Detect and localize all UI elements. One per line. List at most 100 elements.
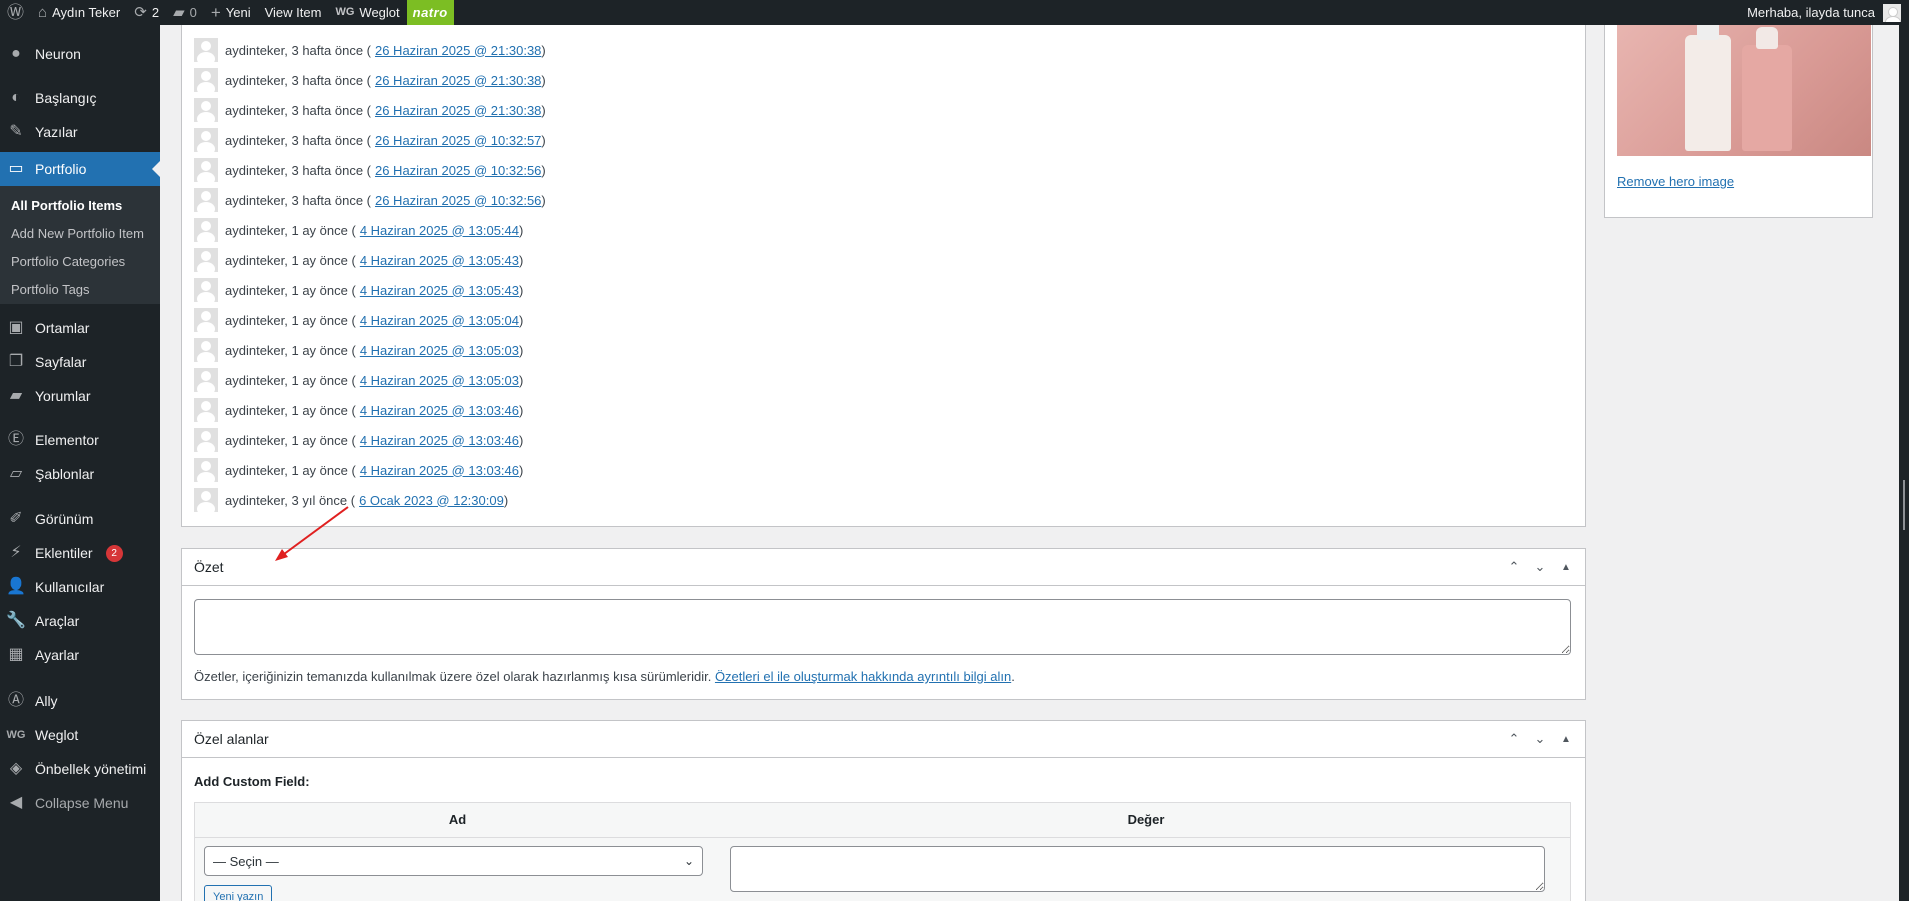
revision-author: aydinteker, 3 hafta önce ( bbox=[225, 132, 371, 148]
menu-appearance[interactable]: ✐ Görünüm bbox=[0, 502, 160, 536]
scrollbar[interactable] bbox=[1899, 25, 1909, 901]
toggle-panel-icon[interactable]: ▲ bbox=[1555, 562, 1577, 573]
menu-elementor[interactable]: Ⓔ Elementor bbox=[0, 423, 160, 457]
menu-settings[interactable]: ▦ Ayarlar bbox=[0, 638, 160, 672]
revision-close: ) bbox=[541, 72, 546, 88]
revision-date-link[interactable]: 26 Haziran 2025 @ 21:30:38 bbox=[375, 43, 541, 58]
revision-date-link[interactable]: 4 Haziran 2025 @ 13:05:43 bbox=[360, 283, 519, 298]
revision-row: aydinteker, 1 ay önce (4 Haziran 2025 @ … bbox=[194, 248, 523, 272]
revision-row: aydinteker, 1 ay önce (4 Haziran 2025 @ … bbox=[194, 218, 523, 242]
revision-date-link[interactable]: 26 Haziran 2025 @ 10:32:56 bbox=[375, 163, 541, 178]
menu-plugins[interactable]: ⚡ Eklentiler 2 bbox=[0, 536, 160, 570]
menu-comments[interactable]: ▰ Yorumlar bbox=[0, 379, 160, 413]
column-name-header: Ad bbox=[448, 812, 467, 827]
avatar bbox=[194, 188, 218, 212]
admin-sidebar: ● Neuron ◐ Başlangıç ✎ Yazılar ▭ Portfol… bbox=[0, 25, 160, 901]
revision-close: ) bbox=[519, 222, 524, 238]
revision-close: ) bbox=[519, 372, 524, 388]
revision-date-link[interactable]: 26 Haziran 2025 @ 10:32:56 bbox=[375, 193, 541, 208]
revision-date-link[interactable]: 4 Haziran 2025 @ 13:05:03 bbox=[360, 343, 519, 358]
menu-media[interactable]: ▣ Ortamlar bbox=[0, 311, 160, 345]
chevron-down-icon: ⌄ bbox=[683, 854, 694, 868]
revision-row: aydinteker, 1 ay önce (4 Haziran 2025 @ … bbox=[194, 368, 523, 392]
dashboard-icon: ◐ bbox=[11, 89, 21, 106]
wordpress-logo-button[interactable]: Ⓦ bbox=[0, 0, 31, 25]
revision-row: aydinteker, 1 ay önce (4 Haziran 2025 @ … bbox=[194, 278, 523, 302]
menu-portfolio[interactable]: ▭ Portfolio bbox=[0, 152, 160, 186]
custom-fields-controls: ⌃ ⌄ ▲ bbox=[1503, 731, 1585, 747]
revision-date-link[interactable]: 4 Haziran 2025 @ 13:03:46 bbox=[360, 433, 519, 448]
revision-date-link[interactable]: 4 Haziran 2025 @ 13:03:46 bbox=[360, 403, 519, 418]
updates-count: 2 bbox=[151, 5, 160, 20]
menu-dashboard[interactable]: ◐ Başlangıç bbox=[0, 81, 160, 115]
view-item-link[interactable]: View Item bbox=[258, 0, 329, 25]
avatar bbox=[194, 428, 218, 452]
custom-fields-title: Özel alanlar bbox=[194, 731, 269, 747]
add-custom-field-label: Add Custom Field: bbox=[194, 774, 310, 789]
natro-link[interactable]: natro bbox=[406, 0, 454, 25]
folder-icon: ▭ bbox=[8, 160, 24, 177]
move-down-icon[interactable]: ⌄ bbox=[1529, 731, 1551, 747]
submenu-portfolio-categories[interactable]: Portfolio Categories bbox=[0, 248, 160, 276]
menu-tools[interactable]: 🔧 Araçlar bbox=[0, 604, 160, 638]
pin-icon: ✎ bbox=[9, 123, 23, 140]
revision-author: aydinteker, 1 ay önce ( bbox=[225, 432, 356, 448]
toggle-panel-icon[interactable]: ▲ bbox=[1555, 734, 1577, 745]
menu-templates[interactable]: ▱ Şablonlar bbox=[0, 457, 160, 491]
admin-bar: Ⓦ ⌂ Aydın Teker ⟳ 2 ▰ 0 + Yeni View Item… bbox=[0, 0, 1909, 25]
revision-close: ) bbox=[519, 402, 524, 418]
revision-author: aydinteker, 3 hafta önce ( bbox=[225, 42, 371, 58]
cache-icon: ◈ bbox=[9, 760, 23, 777]
neuron-icon: ● bbox=[11, 45, 21, 62]
avatar bbox=[194, 158, 218, 182]
move-up-icon[interactable]: ⌃ bbox=[1503, 731, 1525, 747]
add-custom-field-button[interactable]: Yeni yazın bbox=[204, 885, 273, 901]
my-account[interactable]: Merhaba, ilayda tunca bbox=[1747, 3, 1909, 22]
revision-date-link[interactable]: 26 Haziran 2025 @ 21:30:38 bbox=[375, 103, 541, 118]
new-content-link[interactable]: + Yeni bbox=[204, 0, 258, 25]
menu-pages[interactable]: ❐ Sayfalar bbox=[0, 345, 160, 379]
menu-weglot[interactable]: WG Weglot bbox=[0, 718, 160, 752]
submenu-portfolio-tags[interactable]: Portfolio Tags bbox=[0, 276, 160, 304]
revision-date-link[interactable]: 6 Ocak 2023 @ 12:30:09 bbox=[359, 493, 504, 508]
menu-ally[interactable]: Ⓐ Ally bbox=[0, 684, 160, 718]
hero-image-box: Remove hero image bbox=[1604, 25, 1873, 218]
new-label: Yeni bbox=[225, 5, 251, 20]
bottle-cap bbox=[1697, 25, 1719, 40]
revision-date-link[interactable]: 4 Haziran 2025 @ 13:05:43 bbox=[360, 253, 519, 268]
revision-row: aydinteker, 3 hafta önce (26 Haziran 202… bbox=[194, 188, 546, 212]
custom-field-name-select[interactable]: — Seçin — ⌄ bbox=[204, 846, 703, 876]
menu-cache[interactable]: ◈ Önbellek yönetimi bbox=[0, 752, 160, 786]
menu-neuron[interactable]: ● Neuron bbox=[0, 37, 160, 71]
site-name-link[interactable]: ⌂ Aydın Teker bbox=[31, 0, 127, 25]
weglot-icon: WG bbox=[335, 6, 355, 18]
menu-posts[interactable]: ✎ Yazılar bbox=[0, 115, 160, 149]
submenu-add-new-portfolio-item[interactable]: Add New Portfolio Item bbox=[0, 220, 160, 248]
custom-field-value-textarea[interactable] bbox=[730, 846, 1545, 892]
revision-author: aydinteker, 3 yıl önce ( bbox=[225, 492, 356, 508]
revision-date-link[interactable]: 26 Haziran 2025 @ 21:30:38 bbox=[375, 73, 541, 88]
avatar bbox=[1883, 3, 1901, 22]
submenu-all-portfolio-items[interactable]: All Portfolio Items bbox=[0, 192, 160, 220]
revision-date-link[interactable]: 4 Haziran 2025 @ 13:05:03 bbox=[360, 373, 519, 388]
revision-date-link[interactable]: 26 Haziran 2025 @ 10:32:57 bbox=[375, 133, 541, 148]
move-down-icon[interactable]: ⌄ bbox=[1529, 559, 1551, 575]
comments-link[interactable]: ▰ 0 bbox=[166, 0, 204, 25]
scrollbar-thumb[interactable] bbox=[1903, 480, 1905, 530]
menu-label: Görünüm bbox=[35, 511, 94, 527]
remove-hero-image-link[interactable]: Remove hero image bbox=[1617, 174, 1734, 189]
home-icon: ⌂ bbox=[38, 4, 48, 21]
custom-fields-header: Özel alanlar ⌃ ⌄ ▲ bbox=[182, 721, 1585, 758]
excerpt-header: Özet ⌃ ⌄ ▲ bbox=[182, 549, 1585, 586]
weglot-link[interactable]: WG Weglot bbox=[328, 0, 406, 25]
revision-date-link[interactable]: 4 Haziran 2025 @ 13:05:44 bbox=[360, 223, 519, 238]
menu-users[interactable]: 👤 Kullanıcılar bbox=[0, 570, 160, 604]
collapse-menu-button[interactable]: ◀ Collapse Menu bbox=[0, 786, 160, 820]
excerpt-help-link[interactable]: Özetleri el ile oluşturmak hakkında ayrı… bbox=[715, 669, 1011, 684]
revision-date-link[interactable]: 4 Haziran 2025 @ 13:03:46 bbox=[360, 463, 519, 478]
move-up-icon[interactable]: ⌃ bbox=[1503, 559, 1525, 575]
updates-link[interactable]: ⟳ 2 bbox=[127, 0, 166, 25]
revision-close: ) bbox=[519, 252, 524, 268]
revision-date-link[interactable]: 4 Haziran 2025 @ 13:05:04 bbox=[360, 313, 519, 328]
excerpt-textarea[interactable] bbox=[194, 599, 1571, 655]
